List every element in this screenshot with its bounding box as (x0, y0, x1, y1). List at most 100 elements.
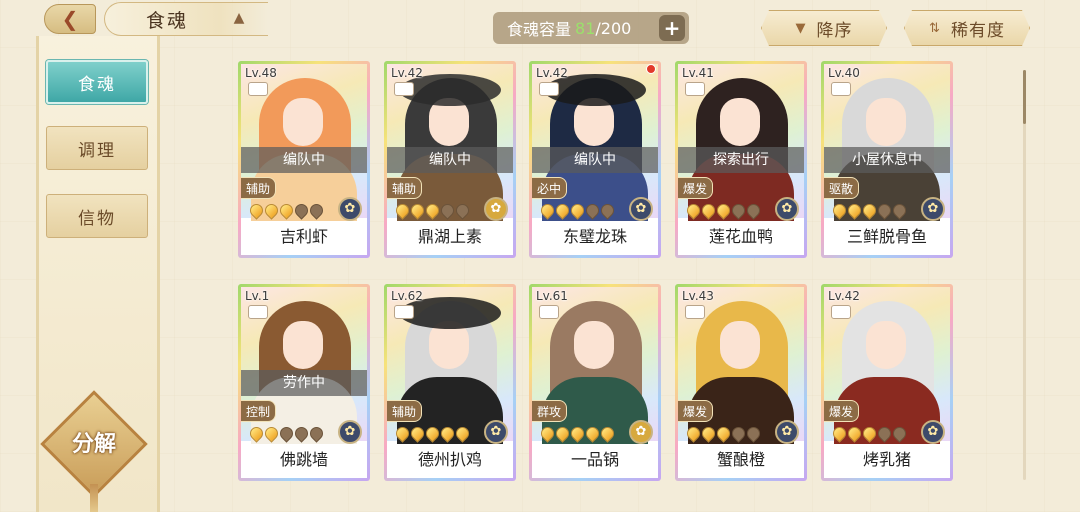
status-band: 编队中 (241, 147, 367, 173)
food-soul-card[interactable]: Lv.61 群攻 ✿ 一品锅 (529, 284, 661, 481)
flame-icon (830, 424, 849, 443)
food-soul-card[interactable]: Lv.1 劳作中 控制 ✿ 佛跳墙 (238, 284, 370, 481)
portrait-face (866, 321, 906, 369)
flame-icon (307, 201, 326, 220)
element-badge-icon: ✿ (338, 197, 362, 221)
flame-icon (277, 201, 296, 220)
tab-tokens[interactable]: 信物 (46, 194, 148, 238)
character-name: 烤乳猪 (824, 444, 950, 478)
role-tag: 必中 (532, 177, 568, 199)
role-tag: 驱散 (824, 177, 860, 199)
portrait-face (283, 321, 323, 369)
level-label: Lv.61 (536, 289, 568, 303)
add-capacity-button[interactable]: + (659, 15, 685, 41)
chat-bubble-icon (539, 305, 559, 319)
scrollbar-thumb[interactable] (1023, 70, 1026, 124)
level-label: Lv.48 (245, 66, 277, 80)
food-soul-card[interactable]: Lv.42 编队中 辅助 ✿ 鼎湖上素 (384, 61, 516, 258)
flame-icon (744, 424, 763, 443)
flame-icon (729, 424, 748, 443)
flame-icon (438, 424, 457, 443)
sort-order-button[interactable]: ▼ 降序 (761, 10, 887, 46)
star-flames (538, 201, 617, 220)
tab-food-souls-label: 食魂 (78, 74, 116, 95)
food-soul-card[interactable]: Lv.41 探索出行 爆发 ✿ 莲花血鸭 (675, 61, 807, 258)
sort-arrows-icon: ⇅ (929, 20, 941, 36)
tab-food-souls[interactable]: 食魂 (46, 60, 148, 104)
status-band: 劳作中 (241, 370, 367, 396)
role-tag: 群攻 (532, 400, 568, 422)
star-flames (247, 201, 326, 220)
flame-icon (890, 201, 909, 220)
flame-icon (408, 424, 427, 443)
flame-icon (292, 201, 311, 220)
character-name: 鼎湖上素 (387, 221, 513, 255)
character-name: 三鲜脱骨鱼 (824, 221, 950, 255)
food-soul-card[interactable]: Lv.40 小屋休息中 驱散 ✿ 三鲜脱骨鱼 (821, 61, 953, 258)
flame-icon (890, 424, 909, 443)
tab-conditioning[interactable]: 调理 (46, 126, 148, 170)
flame-icon (393, 424, 412, 443)
flame-icon (292, 424, 311, 443)
flame-icon (453, 201, 472, 220)
portrait-face (283, 98, 323, 146)
flame-icon (553, 424, 572, 443)
star-flames (684, 424, 763, 443)
back-button[interactable]: ❮ (44, 4, 96, 34)
new-indicator-dot (646, 64, 656, 74)
character-name: 蟹酿橙 (678, 444, 804, 478)
character-name: 莲花血鸭 (678, 221, 804, 255)
food-soul-card[interactable]: Lv.48 编队中辅助 ✿ 吉利虾 (238, 61, 370, 258)
tab-tokens-label: 信物 (78, 208, 116, 229)
flame-icon (583, 424, 602, 443)
food-soul-card[interactable]: Lv.62 辅助 ✿ 德州扒鸡 (384, 284, 516, 481)
page-title: 食魂 (146, 10, 189, 32)
food-soul-card[interactable]: Lv.43 爆发 ✿ 蟹酿橙 (675, 284, 807, 481)
capacity-label: 食魂容量 (507, 20, 572, 39)
flame-icon (553, 201, 572, 220)
chat-bubble-icon (248, 305, 268, 319)
flame-icon (277, 424, 296, 443)
food-soul-card[interactable]: Lv.42 编队中 必中 ✿ 东璧龙珠 (529, 61, 661, 258)
flame-icon (568, 424, 587, 443)
scrollbar-track[interactable] (1023, 70, 1026, 480)
status-band: 探索出行 (678, 147, 804, 173)
flame-icon (699, 201, 718, 220)
level-label: Lv.62 (391, 289, 423, 303)
chat-bubble-icon (248, 82, 268, 96)
character-name: 吉利虾 (241, 221, 367, 255)
flame-icon (307, 424, 326, 443)
flame-icon (538, 424, 557, 443)
card-inner: Lv.42 编队中 辅助 ✿ 鼎湖上素 (387, 64, 513, 255)
flame-icon (744, 201, 763, 220)
flame-icon (423, 201, 442, 220)
portrait-face (720, 98, 760, 146)
element-badge-icon: ✿ (484, 197, 508, 221)
flame-icon (714, 424, 733, 443)
flame-icon (845, 424, 864, 443)
food-soul-card[interactable]: Lv.42 爆发 ✿ 烤乳猪 (821, 284, 953, 481)
portrait-face (720, 321, 760, 369)
portrait-face (866, 98, 906, 146)
flame-icon (247, 201, 266, 220)
role-tag: 辅助 (241, 177, 277, 199)
flame-icon (699, 424, 718, 443)
down-triangle-icon: ▼ (795, 20, 807, 36)
flame-icon (568, 201, 587, 220)
star-flames (393, 424, 472, 443)
flame-icon (453, 424, 472, 443)
flame-icon (538, 201, 557, 220)
capacity-total: /200 (595, 18, 632, 38)
flame-icon (423, 424, 442, 443)
sort-order-label: 降序 (816, 20, 853, 41)
flame-icon (438, 201, 457, 220)
top-bar: ❮ 食魂 ▲ 食魂容量 81 /200 + ▼ 降序 ⇅ 稀有度 (0, 0, 1080, 42)
flame-icon (598, 424, 617, 443)
flame-icon (860, 424, 879, 443)
level-label: Lv.40 (828, 66, 860, 80)
card-inner: Lv.42 编队中 必中 ✿ 东璧龙珠 (532, 64, 658, 255)
level-label: Lv.1 (245, 289, 270, 303)
character-name: 佛跳墙 (241, 444, 367, 478)
flame-icon (393, 201, 412, 220)
sort-rarity-button[interactable]: ⇅ 稀有度 (904, 10, 1030, 46)
